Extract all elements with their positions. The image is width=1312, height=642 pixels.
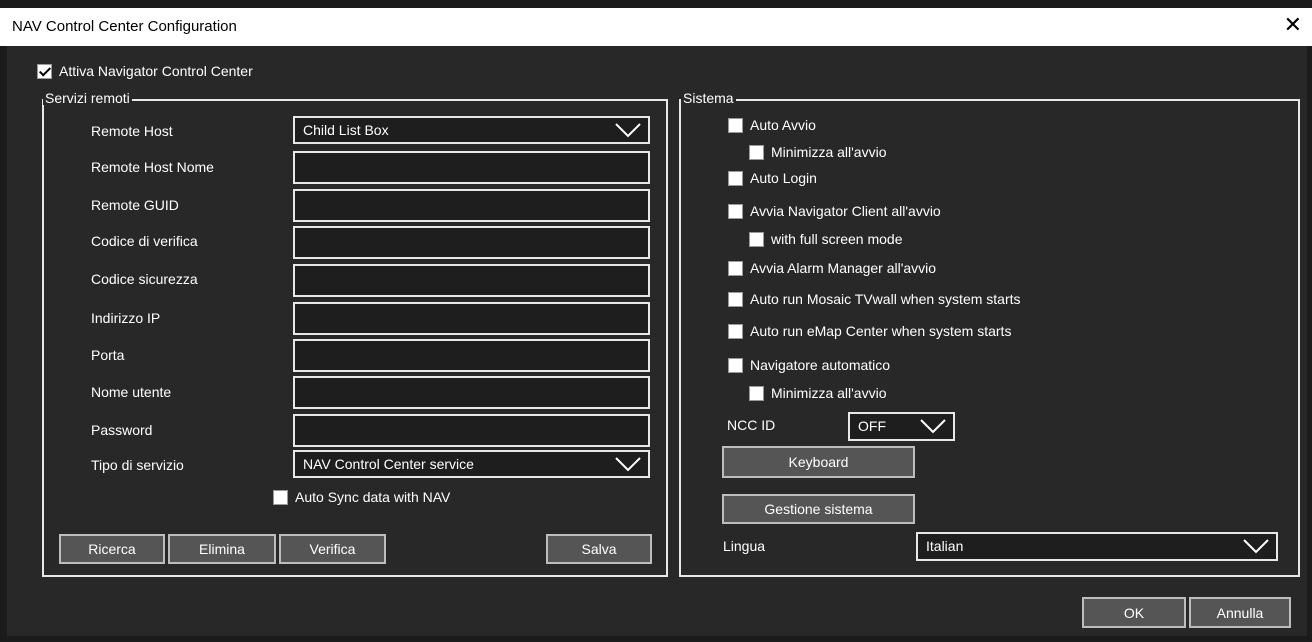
chevron-down-icon [615, 123, 641, 138]
start-client-checkbox[interactable] [728, 204, 743, 219]
search-button-label: Ricerca [88, 541, 136, 557]
remote-host-label: Remote Host [91, 123, 173, 139]
password-field[interactable] [293, 414, 650, 447]
full-screen-label: with full screen mode [771, 231, 903, 247]
username-field[interactable] [293, 376, 650, 409]
service-type-value: NAV Control Center service [303, 456, 474, 472]
ip-address-label: Indirizzo IP [91, 310, 161, 326]
ok-button-label: OK [1123, 604, 1145, 621]
ncc-id-value: OFF [858, 418, 886, 434]
auto-sync-checkbox[interactable] [273, 490, 288, 505]
start-mosaic-label: Auto run Mosaic TVwall when system start… [750, 291, 1021, 307]
language-label: Lingua [723, 538, 766, 554]
auto-navigator-checkbox[interactable] [728, 358, 743, 373]
auto-start-label: Auto Avvio [750, 117, 816, 133]
ok-button[interactable]: OK [1082, 597, 1186, 628]
auto-start-checkbox[interactable] [728, 118, 743, 133]
chevron-down-icon [615, 457, 641, 472]
minimize-on-start-2-checkbox[interactable] [749, 386, 764, 401]
verify-button-label: Verifica [309, 541, 356, 557]
system-management-button[interactable]: Gestione sistema [722, 494, 915, 524]
auto-login-checkbox[interactable] [728, 171, 743, 186]
service-type-select[interactable]: NAV Control Center service [293, 450, 650, 478]
cancel-button[interactable]: Annulla [1189, 597, 1291, 628]
service-type-label: Tipo di servizio [91, 457, 184, 473]
system-legend: Sistema [681, 90, 736, 106]
window-title: NAV Control Center Configuration [12, 18, 237, 35]
remote-host-select[interactable]: Child List Box [293, 116, 650, 144]
cancel-button-label: Annulla [1216, 604, 1264, 621]
keyboard-button[interactable]: Keyboard [722, 446, 915, 478]
remote-guid-field[interactable] [293, 189, 650, 222]
start-client-label: Avvia Navigator Client all'avvio [750, 203, 941, 219]
system-management-button-label: Gestione sistema [764, 501, 873, 517]
chevron-down-icon [1243, 539, 1269, 554]
start-mosaic-checkbox[interactable] [728, 292, 743, 307]
remote-host-value: Child List Box [303, 122, 389, 138]
remote-host-name-label: Remote Host Nome [91, 159, 214, 175]
start-emap-label: Auto run eMap Center when system starts [750, 323, 1012, 339]
start-alarm-label: Avvia Alarm Manager all'avvio [750, 260, 937, 276]
verify-code-field[interactable] [293, 226, 650, 259]
username-label: Nome utente [91, 384, 172, 400]
password-label: Password [91, 422, 153, 438]
delete-button[interactable]: Elimina [168, 534, 276, 564]
save-button-label: Salva [581, 541, 617, 557]
minimize-on-start-checkbox[interactable] [749, 145, 764, 160]
verify-code-label: Codice di verifica [91, 233, 198, 249]
port-field[interactable] [293, 339, 650, 372]
auto-login-label: Auto Login [750, 170, 817, 186]
auto-sync-label: Auto Sync data with NAV [295, 489, 451, 505]
chevron-down-icon [920, 419, 946, 434]
full-screen-checkbox[interactable] [749, 232, 764, 247]
remote-guid-label: Remote GUID [91, 197, 179, 213]
ncc-id-select[interactable]: OFF [848, 412, 955, 441]
port-label: Porta [91, 347, 125, 363]
enable-ncc-checkbox[interactable] [37, 64, 52, 79]
ip-address-field[interactable] [293, 302, 650, 335]
security-code-label: Codice sicurezza [91, 271, 198, 287]
start-alarm-checkbox[interactable] [728, 261, 743, 276]
security-code-field[interactable] [293, 264, 650, 297]
minimize-on-start-2-label: Minimizza all'avvio [771, 385, 887, 401]
remote-host-name-field[interactable] [293, 151, 650, 184]
minimize-on-start-label: Minimizza all'avvio [771, 144, 887, 160]
title-bar: NAV Control Center Configuration ✕ [0, 8, 1312, 46]
enable-ncc-label: Attiva Navigator Control Center [59, 63, 253, 79]
ncc-id-label: NCC ID [727, 417, 776, 433]
close-icon[interactable]: ✕ [1284, 12, 1302, 38]
language-value: Italian [926, 538, 964, 554]
search-button[interactable]: Ricerca [59, 534, 165, 564]
remote-services-legend: Servizi remoti [43, 90, 132, 106]
config-dialog: Attiva Navigator Control Center Servizi … [7, 46, 1307, 636]
keyboard-button-label: Keyboard [788, 454, 849, 470]
start-emap-checkbox[interactable] [728, 324, 743, 339]
language-select[interactable]: Italian [916, 532, 1278, 561]
delete-button-label: Elimina [199, 541, 245, 557]
save-button[interactable]: Salva [546, 534, 652, 564]
auto-navigator-label: Navigatore automatico [750, 357, 891, 373]
verify-button[interactable]: Verifica [279, 534, 386, 564]
